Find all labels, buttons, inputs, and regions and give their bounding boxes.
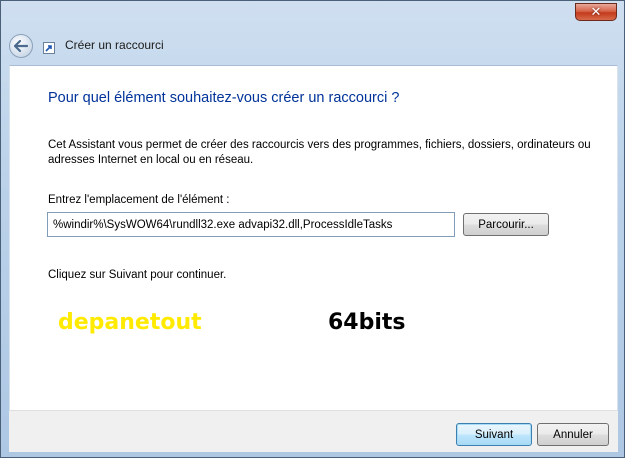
- wizard-content: Pour quel élément souhaitez-vous créer u…: [9, 65, 618, 410]
- window-title: Créer un raccourci: [65, 38, 164, 52]
- location-input[interactable]: [47, 212, 455, 237]
- description-text: Cet Assistant vous permet de créer des r…: [48, 139, 591, 166]
- cancel-button[interactable]: Annuler: [537, 423, 609, 446]
- continue-instruction: Cliquez sur Suivant pour continuer.: [48, 269, 227, 281]
- back-button[interactable]: [9, 34, 33, 58]
- watermark-right-text: 64bits: [328, 310, 406, 335]
- watermark-left-text: depanetout: [58, 310, 202, 335]
- button-footer: Suivant Annuler: [9, 410, 618, 452]
- location-label: Entrez l'emplacement de l'élément :: [48, 194, 230, 206]
- page-heading: Pour quel élément souhaitez-vous créer u…: [48, 90, 400, 106]
- wizard-window: ✕ Créer un raccourci Pour quel élément s…: [0, 0, 625, 458]
- close-button[interactable]: ✕: [575, 3, 617, 21]
- back-arrow-icon: [14, 40, 28, 52]
- shortcut-wizard-icon: [43, 39, 55, 54]
- browse-button[interactable]: Parcourir...: [463, 213, 549, 236]
- close-icon: ✕: [590, 4, 602, 20]
- next-button[interactable]: Suivant: [456, 423, 532, 446]
